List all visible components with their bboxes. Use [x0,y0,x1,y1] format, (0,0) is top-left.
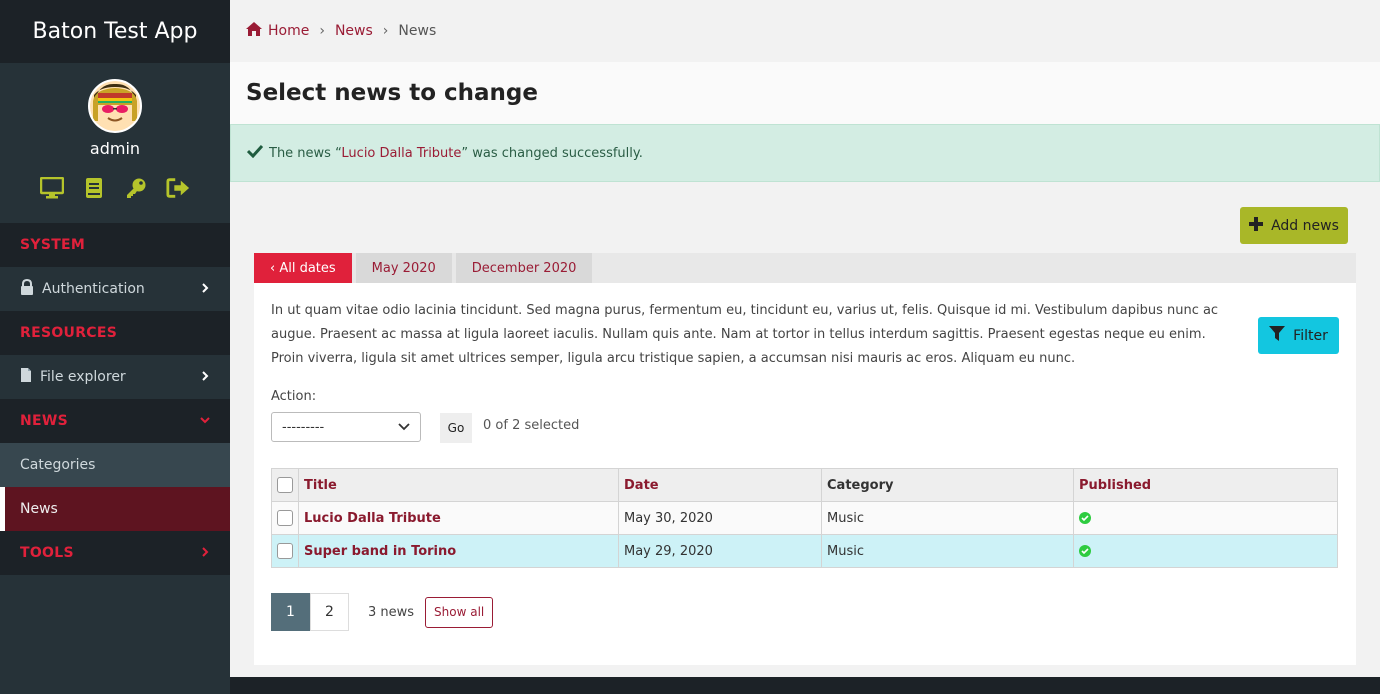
table-row: Super band in Torino May 29, 2020 Music [271,534,1338,568]
menu-section-resources-label: RESOURCES [20,325,118,341]
username: admin [89,139,141,158]
add-news-button[interactable]: Add news [1240,207,1348,244]
filter-button[interactable]: Filter [1258,317,1339,354]
row-checkbox[interactable] [277,543,293,559]
brand-title[interactable]: Baton Test App [0,0,230,63]
column-title[interactable]: Title [298,468,619,502]
breadcrumb-home[interactable]: Home [246,22,309,40]
check-icon [246,144,264,162]
column-published[interactable]: Published [1073,468,1338,502]
action-select[interactable]: --------- [271,412,421,442]
breadcrumb-separator: › [319,23,325,39]
date-tab-may-2020[interactable]: May 2020 [355,253,452,283]
filter-icon [1269,326,1286,345]
chevron-right-icon [200,545,210,561]
success-alert: The news “Lucio Dalla Tribute” was chang… [230,124,1380,182]
chevron-down-icon [200,413,210,429]
action-label: Action: [271,389,317,404]
breadcrumb-current: News [398,23,437,39]
row-published [1073,501,1338,535]
book-icon[interactable] [82,176,106,200]
sidebar-item-file-explorer[interactable]: File explorer [0,355,230,399]
date-tab-december-2020[interactable]: December 2020 [455,253,593,283]
menu-section-system-label: SYSTEM [20,237,86,253]
key-icon[interactable] [124,176,148,200]
menu-section-system: SYSTEM [0,223,230,267]
chevron-right-icon [200,369,210,385]
sidebar-item-categories[interactable]: Categories [0,443,230,487]
row-date: May 30, 2020 [618,501,822,535]
results-table: Title Date Category Published Lucio Dall… [271,468,1338,568]
table-row: Lucio Dalla Tribute May 30, 2020 Music [271,501,1338,535]
menu-section-news-label: NEWS [20,413,69,429]
file-icon [20,367,32,387]
chevron-down-icon [398,420,410,435]
row-category: Music [821,501,1074,535]
row-published [1073,534,1338,568]
alert-text: The news “Lucio Dalla Tribute” was chang… [269,146,643,161]
result-count: 3 news [368,604,415,620]
date-hierarchy: ‹ All dates May 2020 December 2020 [254,253,1356,283]
breadcrumb-home-label: Home [268,23,310,39]
lock-icon [20,278,34,299]
description-text: In ut quam vitae odio lacinia tincidunt.… [271,303,1219,366]
row-select-cell [271,501,299,535]
breadcrumb: Home › News › News [230,0,1380,62]
row-title-link[interactable]: Lucio Dalla Tribute [298,501,619,535]
go-button[interactable]: Go [440,413,472,443]
chevron-right-icon [200,281,210,297]
row-select-cell [271,534,299,568]
column-category: Category [821,468,1074,502]
user-icons [40,176,190,200]
main-content: Home › News › News Select news to change… [230,0,1380,694]
breadcrumb-separator: › [382,23,389,39]
selection-counter: 0 of 2 selected [483,418,580,433]
add-news-label: Add news [1271,217,1339,234]
menu-section-tools[interactable]: TOOLS [0,531,230,575]
changelist-panel: In ut quam vitae odio lacinia tincidunt.… [254,283,1356,665]
menu-section-resources: RESOURCES [0,311,230,355]
monitor-icon[interactable] [40,176,64,200]
page-1: 1 [271,593,310,631]
breadcrumb-news-section[interactable]: News [335,23,373,39]
row-title-link[interactable]: Super band in Torino [298,534,619,568]
row-checkbox[interactable] [277,510,293,526]
page-title: Select news to change [246,80,538,106]
column-date[interactable]: Date [618,468,822,502]
menu-section-news[interactable]: NEWS [0,399,230,443]
published-check-icon [1079,511,1091,526]
published-check-icon [1079,544,1091,559]
logout-icon[interactable] [166,176,190,200]
alert-prefix: The news “ [269,145,342,161]
select-all-checkbox[interactable] [277,477,293,493]
user-block: admin [0,63,230,223]
show-all-button[interactable]: Show all [425,596,494,628]
alert-suffix: ” was changed successfully. [461,145,643,161]
avatar [88,79,142,133]
sidebar: Baton Test App admin SYSTEM Authenticati… [0,0,230,694]
select-all-cell [271,468,299,502]
alert-link[interactable]: Lucio Dalla Tribute [341,146,461,161]
table-header-row: Title Date Category Published [271,468,1338,502]
footer-bar [230,677,1380,694]
paginator: 1 2 3 news Show all [271,593,494,631]
row-date: May 29, 2020 [618,534,822,568]
sidebar-item-file-explorer-label: File explorer [40,369,126,385]
sidebar-item-news[interactable]: News [0,487,230,531]
row-category: Music [821,534,1074,568]
filter-label: Filter [1293,327,1328,344]
home-icon [246,22,262,40]
date-tab-all[interactable]: ‹ All dates [254,253,352,283]
page-2[interactable]: 2 [310,593,349,631]
sidebar-item-authentication-label: Authentication [42,281,145,297]
sidebar-item-authentication[interactable]: Authentication [0,267,230,311]
action-select-value: --------- [282,419,325,435]
changelist-content: Add news ‹ All dates May 2020 December 2… [230,182,1380,677]
menu-section-tools-label: TOOLS [20,545,74,561]
plus-icon [1249,216,1264,235]
title-bar: Select news to change [230,62,1380,124]
